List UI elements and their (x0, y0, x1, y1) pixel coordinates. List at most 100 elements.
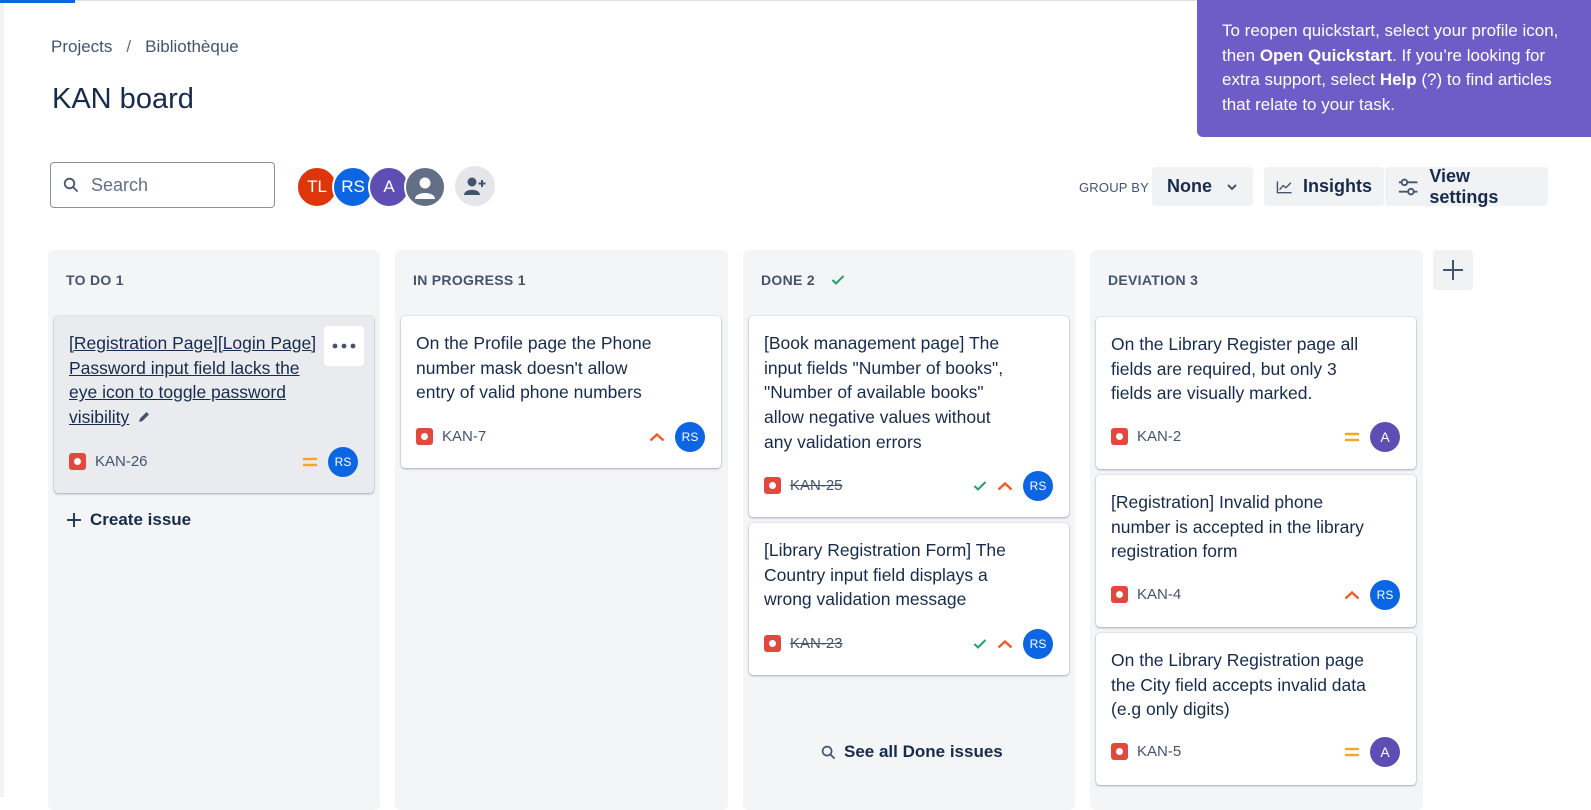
priority-high-icon (649, 432, 665, 442)
more-actions-button[interactable] (324, 326, 364, 366)
insights-label: Insights (1302, 176, 1372, 196)
summary-line: [Book management page] The (764, 333, 1000, 353)
loading-accent (0, 0, 75, 3)
summary-line: (e.g only digits) (1111, 699, 1230, 720)
column-title: TO DO 1 (66, 272, 124, 288)
assignee-avatar[interactable]: RS (675, 422, 705, 452)
column-title-text: IN PROGRESS 1 (413, 272, 526, 288)
chevron-down-icon (1227, 183, 1237, 190)
summary-line: On the Library Register page all (1111, 334, 1359, 354)
issue-key[interactable]: KAN-26 (95, 453, 148, 470)
avatar-initials: RS (341, 177, 365, 196)
breadcrumb-separator: / (126, 37, 132, 56)
create-issue-button[interactable]: Create issue (66, 510, 191, 530)
see-all-done-button[interactable]: See all Done issues (821, 742, 1003, 762)
avatar-group: TL RS A (296, 166, 446, 208)
tooltip-line: then Open Quickstart. If you’re looking … (1222, 44, 1573, 69)
bug-icon (69, 453, 86, 470)
bug-icon (1111, 428, 1128, 445)
see-all-done-label: See all Done issues (844, 742, 1003, 761)
group-by-select[interactable]: None (1152, 167, 1253, 206)
priority-high-icon (997, 481, 1013, 491)
more-horizontal-icon (332, 343, 356, 349)
assignee-avatar[interactable]: RS (1023, 629, 1053, 659)
column-done: DONE 2 [Book management page] The input … (743, 250, 1075, 810)
column-title: IN PROGRESS 1 (413, 272, 526, 288)
issue-card-kan-5[interactable]: On the Library Registration page the Cit… (1096, 633, 1416, 785)
view-settings-button[interactable]: View settings (1385, 165, 1548, 207)
assignee-initials: RS (1029, 637, 1047, 651)
card-summary: On the Profile page the Phone number mas… (416, 331, 651, 405)
search-icon (63, 177, 78, 192)
group-by-label: GROUP BY (1079, 180, 1149, 195)
issue-key[interactable]: KAN-4 (1137, 586, 1181, 603)
assignee-avatar[interactable]: A (1370, 737, 1400, 767)
add-column-button[interactable] (1433, 250, 1473, 290)
issue-card-kan-23[interactable]: [Library Registration Form] The Country … (749, 523, 1069, 675)
summary-line: number mask doesn't allow (416, 357, 628, 378)
search-icon (821, 745, 835, 759)
summary-line: visibility (69, 407, 130, 428)
assignee-avatar[interactable]: RS (328, 447, 358, 477)
assignee-avatar[interactable]: RS (1370, 580, 1400, 610)
breadcrumb-project-link[interactable]: Bibliothèque (145, 37, 239, 57)
issue-key[interactable]: KAN-2 (1137, 428, 1181, 445)
insights-button[interactable]: Insights (1264, 167, 1384, 206)
bug-icon (1111, 743, 1128, 760)
search-box[interactable] (50, 162, 275, 208)
issue-key[interactable]: KAN-7 (442, 428, 486, 445)
issue-key[interactable]: KAN-5 (1137, 743, 1181, 760)
priority-high-icon (1344, 590, 1360, 600)
summary-line: eye icon to toggle password (69, 382, 286, 403)
check-icon (831, 275, 845, 285)
tooltip-text: then (1222, 45, 1260, 65)
bug-icon (764, 477, 781, 494)
issue-card-kan-26[interactable]: [Registration Page][Login Page] Password… (54, 316, 374, 493)
card-key: KAN-25 (764, 477, 843, 494)
search-input[interactable] (89, 173, 263, 197)
plus-icon (67, 513, 81, 527)
summary-line-last: visibility (69, 405, 316, 430)
avatar-unassigned[interactable] (404, 166, 446, 208)
user-icon (415, 177, 435, 199)
summary-line: fields are required, but only 3 (1111, 358, 1337, 379)
card-meta: RS (973, 471, 1053, 501)
issue-card-kan-7[interactable]: On the Profile page the Phone number mas… (401, 316, 721, 468)
tooltip-line: extra support, select Help (?) to find a… (1222, 68, 1573, 93)
issue-key[interactable]: KAN-25 (790, 477, 843, 494)
card-key: KAN-7 (416, 428, 486, 445)
summary-line: the City field accepts invalid data (1111, 674, 1366, 695)
card-summary[interactable]: [Registration Page][Login Page] Password… (69, 331, 316, 430)
card-summary: [Registration] Invalid phone number is a… (1111, 490, 1364, 564)
summary-line: entry of valid phone numbers (416, 382, 642, 403)
done-check-icon (973, 639, 987, 649)
summary-line: [Registration Page][Login Page] (69, 333, 317, 353)
tooltip-line: that relate to your task. (1222, 94, 1395, 114)
group-by-value: None (1167, 176, 1212, 196)
summary-line: [Library Registration Form] The (764, 540, 1006, 560)
card-summary: On the Library Registration page the Cit… (1111, 648, 1366, 722)
card-summary: [Book management page] The input fields … (764, 331, 1003, 455)
issue-key[interactable]: KAN-23 (790, 635, 843, 652)
issue-card-kan-25[interactable]: [Book management page] The input fields … (749, 316, 1069, 517)
avatar-initials: A (383, 177, 395, 196)
breadcrumb-projects-link[interactable]: Projects (51, 37, 112, 57)
page-title: KAN board (52, 83, 194, 115)
summary-line: "Number of available books" (764, 382, 984, 403)
left-edge (0, 0, 4, 797)
sliders-icon (1398, 178, 1418, 195)
view-settings-label: View settings (1429, 165, 1499, 207)
insights-chart-icon (1276, 180, 1292, 193)
card-meta: RS (973, 629, 1053, 659)
tooltip-text: extra support, select (1222, 70, 1380, 89)
bug-icon (416, 428, 433, 445)
assignee-initials: A (1380, 429, 1390, 445)
issue-card-kan-2[interactable]: On the Library Register page all fields … (1096, 317, 1416, 469)
add-people-button[interactable] (455, 166, 495, 206)
pencil-icon[interactable] (137, 410, 151, 424)
summary-line: number is accepted in the library (1111, 516, 1364, 537)
assignee-avatar[interactable]: RS (1023, 471, 1053, 501)
assignee-avatar[interactable]: A (1370, 422, 1400, 452)
column-title: DONE 2 (761, 272, 845, 288)
issue-card-kan-4[interactable]: [Registration] Invalid phone number is a… (1096, 475, 1416, 627)
